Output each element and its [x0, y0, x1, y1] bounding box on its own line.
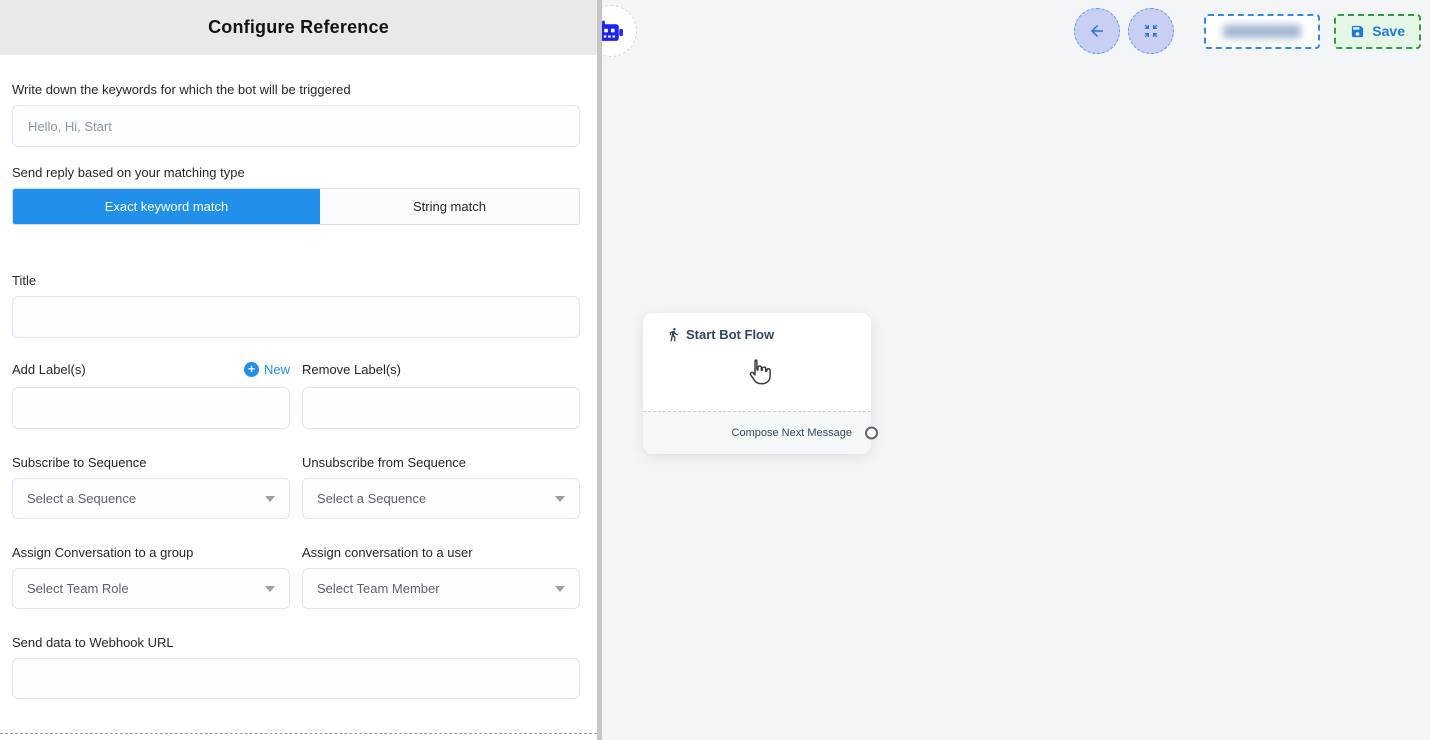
connection-port[interactable]	[865, 427, 878, 440]
blurred-button[interactable]	[1204, 14, 1320, 49]
matching-type-label: Send reply based on your matching type	[12, 165, 580, 180]
back-button[interactable]	[1074, 8, 1120, 54]
save-icon	[1350, 24, 1365, 39]
remove-labels-label: Remove Label(s)	[302, 362, 401, 377]
bot-avatar-button[interactable]	[602, 5, 637, 57]
add-labels-label: Add Label(s)	[12, 362, 86, 377]
page-title: Configure Reference	[208, 17, 389, 38]
compose-next-message-label: Compose Next Message	[732, 427, 852, 439]
blurred-label	[1223, 25, 1301, 38]
unsubscribe-sequence-select[interactable]: Select a Sequence	[302, 478, 580, 519]
add-labels-input[interactable]	[12, 387, 290, 429]
assign-group-label: Assign Conversation to a group	[12, 545, 290, 560]
matching-type-tabs: Exact keyword match String match	[12, 188, 580, 225]
fit-view-icon	[1143, 23, 1159, 39]
add-labels-group: Add Label(s) + New	[12, 359, 290, 429]
title-field-group: Title	[12, 273, 580, 338]
configure-form: Write down the keywords for which the bo…	[0, 55, 597, 699]
node-title: Start Bot Flow	[686, 327, 774, 342]
remove-labels-group: Remove Label(s)	[302, 359, 580, 429]
subscribe-sequence-label: Subscribe to Sequence	[12, 455, 290, 470]
robot-icon	[602, 19, 625, 44]
chevron-down-icon	[265, 586, 275, 592]
panel-header: Configure Reference	[0, 0, 597, 55]
assign-user-label: Assign conversation to a user	[302, 545, 580, 560]
canvas-toolbar: Save	[1074, 8, 1421, 54]
sequence-row: Subscribe to Sequence Select a Sequence …	[12, 455, 580, 519]
unsubscribe-sequence-value: Select a Sequence	[317, 491, 426, 506]
webhook-field-group: Send data to Webhook URL	[12, 635, 580, 699]
tab-string-match[interactable]: String match	[320, 189, 579, 224]
chevron-down-icon	[555, 496, 565, 502]
tab-exact-keyword-match[interactable]: Exact keyword match	[13, 189, 320, 224]
subscribe-sequence-value: Select a Sequence	[27, 491, 136, 506]
plus-icon: +	[244, 362, 259, 377]
assign-user-select[interactable]: Select Team Member	[302, 568, 580, 609]
assign-user-value: Select Team Member	[317, 581, 440, 596]
start-bot-flow-node[interactable]: Start Bot Flow Compose Next Message	[643, 313, 871, 454]
title-input[interactable]	[12, 296, 580, 338]
assign-row: Assign Conversation to a group Select Te…	[12, 545, 580, 609]
back-arrow-icon	[1088, 22, 1106, 40]
panel-bottom-dashed-divider	[0, 733, 597, 734]
title-label: Title	[12, 273, 580, 288]
chevron-down-icon	[555, 586, 565, 592]
matching-type-group: Send reply based on your matching type E…	[12, 165, 580, 225]
save-button[interactable]: Save	[1334, 14, 1421, 49]
unsubscribe-sequence-label: Unsubscribe from Sequence	[302, 455, 580, 470]
unsubscribe-sequence-group: Unsubscribe from Sequence Select a Seque…	[302, 455, 580, 519]
configure-reference-panel: Configure Reference Write down the keywo…	[0, 0, 597, 740]
node-footer: Compose Next Message	[643, 411, 871, 454]
keywords-input[interactable]	[12, 105, 580, 147]
cursor-pointer-icon	[745, 357, 772, 392]
remove-labels-input[interactable]	[302, 387, 580, 429]
chevron-down-icon	[265, 496, 275, 502]
new-label-button-text: New	[264, 362, 290, 377]
subscribe-sequence-group: Subscribe to Sequence Select a Sequence	[12, 455, 290, 519]
keywords-label: Write down the keywords for which the bo…	[12, 82, 580, 97]
assign-group-group: Assign Conversation to a group Select Te…	[12, 545, 290, 609]
subscribe-sequence-select[interactable]: Select a Sequence	[12, 478, 290, 519]
save-button-label: Save	[1372, 23, 1405, 39]
webhook-input[interactable]	[12, 658, 580, 699]
assign-group-select[interactable]: Select Team Role	[12, 568, 290, 609]
labels-row: Add Label(s) + New Remove Label(s)	[12, 359, 580, 429]
webhook-label: Send data to Webhook URL	[12, 635, 580, 650]
keywords-field-group: Write down the keywords for which the bo…	[12, 82, 580, 147]
walk-icon	[666, 327, 681, 342]
node-header: Start Bot Flow	[643, 313, 871, 342]
new-label-button[interactable]: + New	[244, 362, 290, 377]
assign-user-group: Assign conversation to a user Select Tea…	[302, 545, 580, 609]
bot-flow-builder: Configure Reference Write down the keywo…	[0, 0, 1430, 740]
flow-canvas[interactable]: Save Start Bot Flow Compose Next Message	[602, 0, 1430, 740]
fit-view-button[interactable]	[1128, 8, 1174, 54]
assign-group-value: Select Team Role	[27, 581, 129, 596]
